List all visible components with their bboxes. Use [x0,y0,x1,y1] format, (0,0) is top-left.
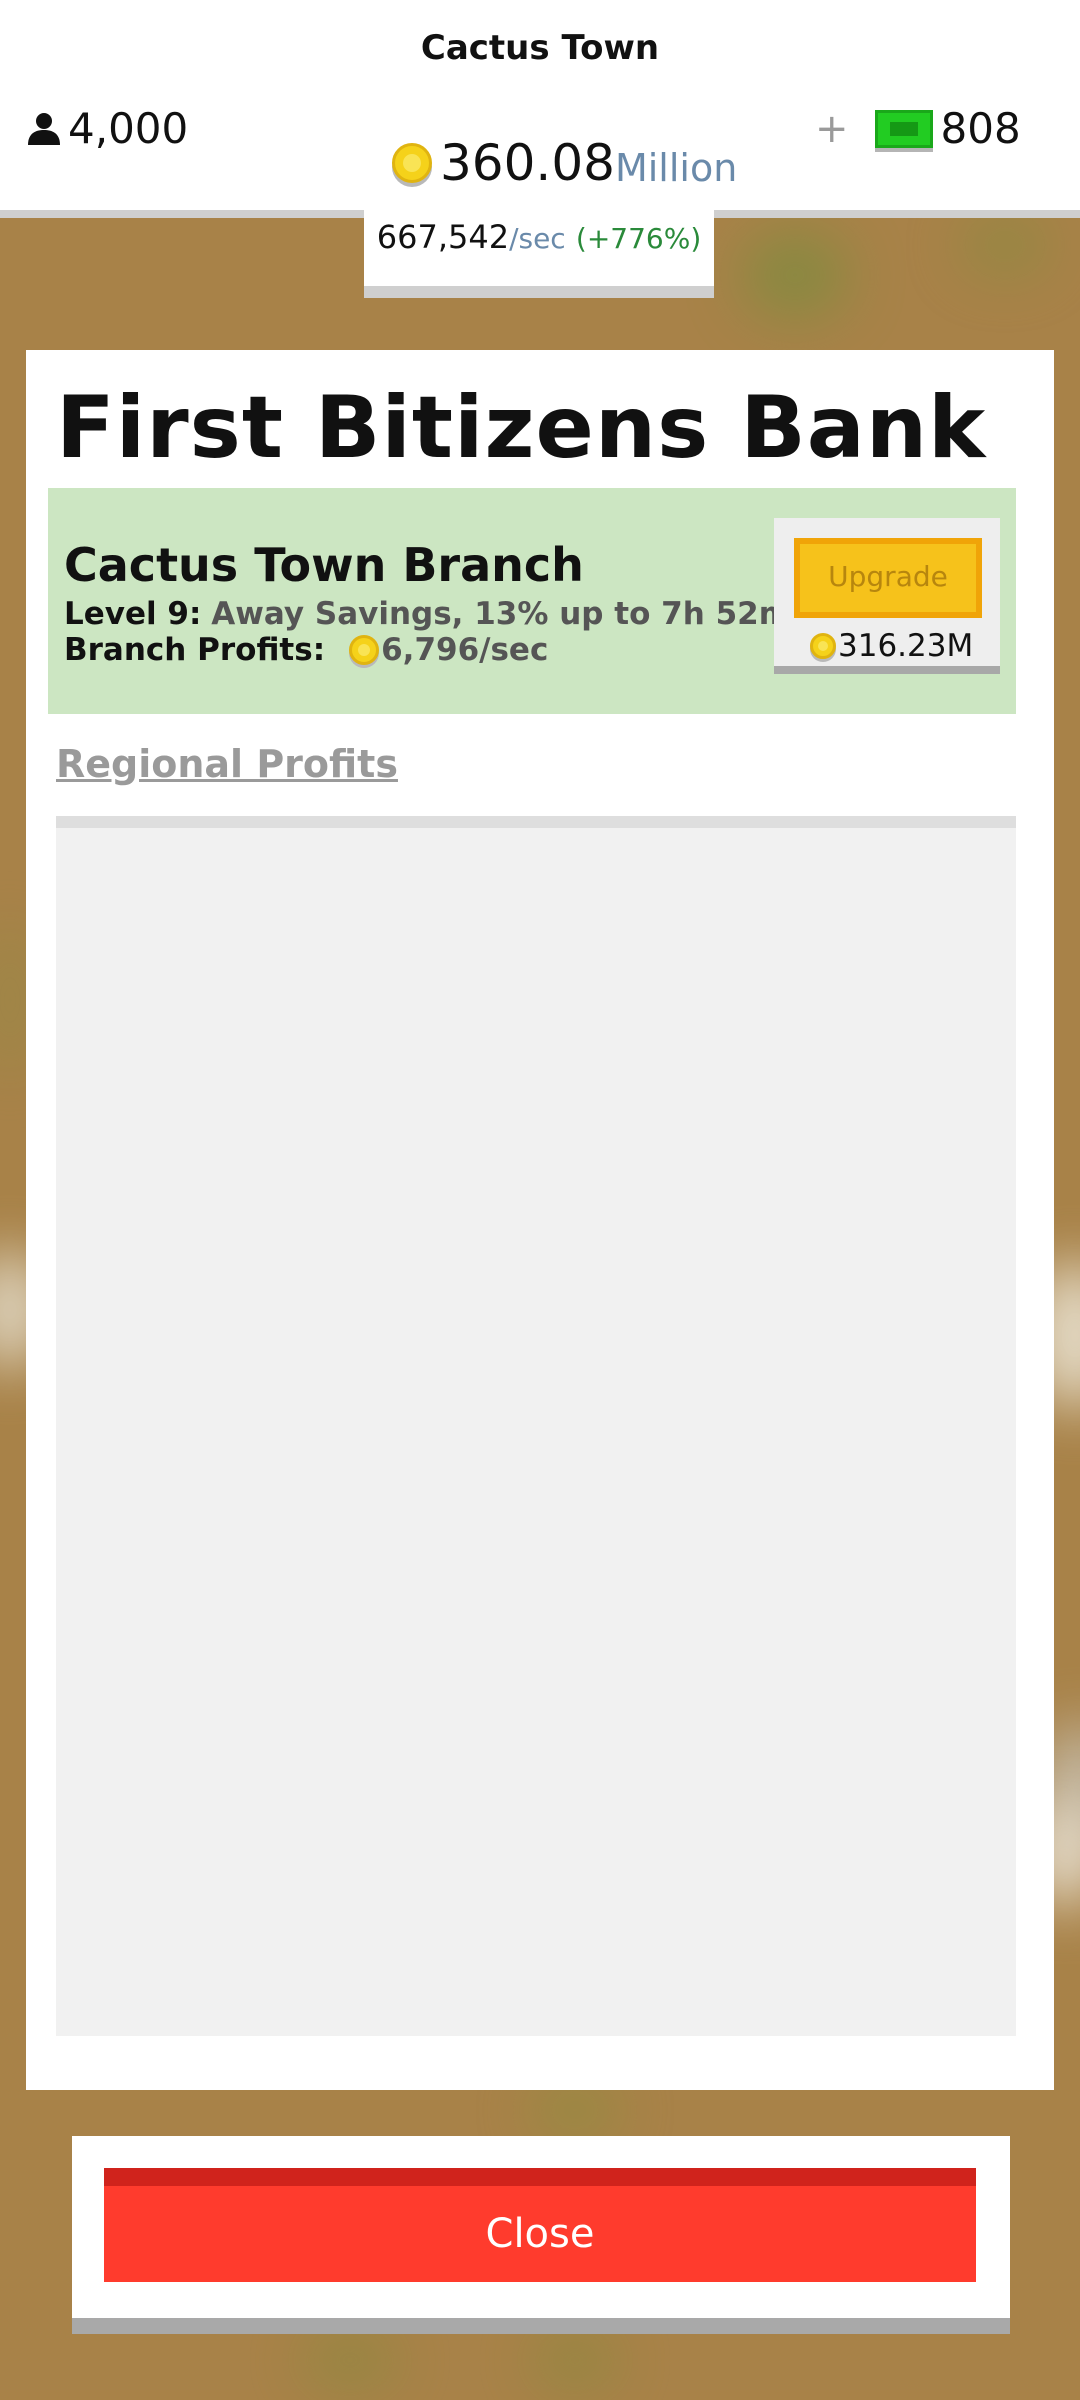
town-name: Cactus Town [420,28,660,68]
upgrade-button[interactable]: Upgrade [794,538,982,618]
income-rate: 667,542/sec (+776%) [364,218,714,256]
close-panel: Close [72,2136,1010,2334]
upgrade-cost-value: 316.23M [838,628,974,664]
person-icon [28,112,60,145]
rate-change: (+776%) [575,222,702,255]
rate-unit: /sec [509,222,566,255]
cash-display[interactable]: + 808 [815,104,1021,153]
population-display: 4,000 [26,104,188,153]
profits-value: 6,796/sec [381,632,549,668]
population-value: 4,000 [68,104,189,153]
level-description: Away Savings, 13% up to 7h 52m [211,596,792,632]
bank-title: First Bitizens Bank [56,378,987,478]
coin-icon [349,635,380,665]
upgrade-card: Upgrade 316.23M [774,518,1000,674]
branch-level: Level 9: Away Savings, 13% up to 7h 52m [64,596,791,632]
money-unit: Million [614,146,738,190]
cash-value: 808 [940,104,1021,153]
buy-cash-plus[interactable]: + [815,106,849,152]
coin-icon [392,143,432,183]
level-label: Level 9: [64,596,202,632]
branch-name: Cactus Town Branch [64,538,584,592]
money-display: 360.08 Million [392,134,737,192]
profits-label: Branch Profits: [64,632,326,668]
money-value: 360.08 [440,134,615,192]
close-button[interactable]: Close [104,2168,976,2282]
branch-profits: Branch Profits: 6,796/sec [64,632,548,668]
upgrade-cost: 316.23M [810,628,973,664]
branch-card: Cactus Town Branch Level 9: Away Savings… [48,488,1016,714]
rate-value: 667,542 [376,218,510,256]
regional-profits-area [56,816,1016,2036]
coin-icon [810,633,836,659]
bank-panel: First Bitizens Bank Cactus Town Branch L… [26,350,1054,2090]
cash-icon [874,109,933,148]
regional-profits-link[interactable]: Regional Profits [56,742,398,786]
